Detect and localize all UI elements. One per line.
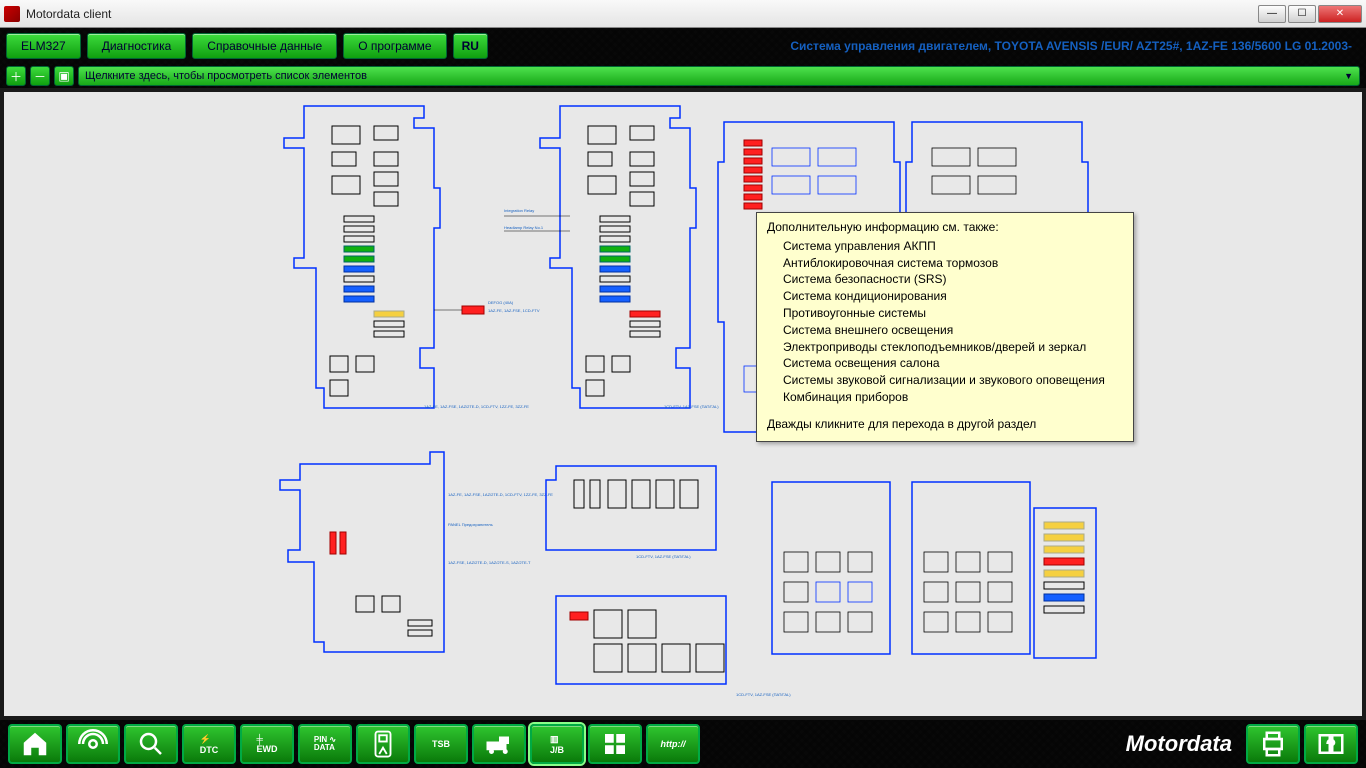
- window-title: Motordata client: [26, 7, 1258, 21]
- about-button[interactable]: О программе: [343, 33, 446, 59]
- window-controls: — ☐ ✕: [1258, 5, 1362, 23]
- pindata-button[interactable]: PIN ∿DATA: [298, 724, 352, 764]
- help-button[interactable]: ?: [1304, 724, 1358, 764]
- svg-text:PANEL Предохранитель: PANEL Предохранитель: [448, 522, 493, 527]
- zoom-out-icon[interactable]: －: [30, 66, 50, 86]
- language-button[interactable]: RU: [453, 33, 488, 59]
- print-button[interactable]: [1246, 724, 1300, 764]
- dropdown-hint: Щелкните здесь, чтобы просмотреть список…: [85, 70, 367, 82]
- app-icon: [4, 6, 20, 22]
- tooltip-item[interactable]: Система безопасности (SRS): [783, 271, 1123, 288]
- reference-button[interactable]: Справочные данные: [192, 33, 337, 59]
- tooltip-item[interactable]: Электроприводы стеклоподъемников/дверей …: [783, 339, 1123, 356]
- svg-text:?: ?: [1327, 738, 1335, 752]
- tsb-button[interactable]: TSB: [414, 724, 468, 764]
- window-titlebar: Motordata client — ☐ ✕: [0, 0, 1366, 28]
- svg-text:1AZ-FE, 1AZ-FSE, 1AZ/2ТЕ-D, 1C: 1AZ-FE, 1AZ-FSE, 1AZ/2ТЕ-D, 1CD-FTV, 1ZZ…: [448, 492, 553, 497]
- context-text: Система управления двигателем, TOYOTA AV…: [790, 39, 1360, 53]
- svg-text:DEFOG (40A): DEFOG (40A): [488, 300, 514, 305]
- tooltip-item[interactable]: Системы звуковой сигнализации и звуковог…: [783, 372, 1123, 389]
- tooltip-item[interactable]: Система кондиционирования: [783, 288, 1123, 305]
- sub-toolbar: ＋ － ▣ Щелкните здесь, чтобы просмотреть …: [0, 64, 1366, 88]
- tooltip-header: Дополнительную информацию см. также:: [767, 219, 1123, 236]
- info-tooltip[interactable]: Дополнительную информацию см. также: Сис…: [756, 212, 1134, 442]
- minimize-button[interactable]: —: [1258, 5, 1286, 23]
- jb-button[interactable]: ▥J/B: [530, 724, 584, 764]
- maximize-button[interactable]: ☐: [1288, 5, 1316, 23]
- fit-icon[interactable]: ▣: [54, 66, 74, 86]
- svg-text:1AZ-FE, 1AZ-FSE, 1CD-FTV: 1AZ-FE, 1AZ-FSE, 1CD-FTV: [488, 308, 540, 313]
- meter-button[interactable]: [356, 724, 410, 764]
- tooltip-item[interactable]: Противоугонные системы: [783, 305, 1123, 322]
- diagram-canvas[interactable]: 1AZ-FE, 1AZ-FSE, 1AZ/2ТЕ-D, 1CD-FTV, 1ZZ…: [0, 88, 1366, 720]
- http-button[interactable]: http://: [646, 724, 700, 764]
- svg-text:1CD-FTV, 1AZ-FSE (ПАТ/ГАL): 1CD-FTV, 1AZ-FSE (ПАТ/ГАL): [636, 554, 691, 559]
- chevron-down-icon: ▼: [1344, 71, 1353, 81]
- tooltip-item[interactable]: Система освещения салона: [783, 355, 1123, 372]
- tooltip-footer: Дважды кликните для перехода в другой ра…: [767, 416, 1123, 433]
- vehicle-button[interactable]: [472, 724, 526, 764]
- diagnostics-button[interactable]: Диагностика: [87, 33, 187, 59]
- grid-button[interactable]: [588, 724, 642, 764]
- close-button[interactable]: ✕: [1318, 5, 1362, 23]
- tooltip-item[interactable]: Система внешнего освещения: [783, 322, 1123, 339]
- tooltip-list: Система управления АКПП Антиблокировочна…: [767, 238, 1123, 406]
- svg-text:Headlamp Relay No.1: Headlamp Relay No.1: [504, 225, 544, 230]
- tooltip-item[interactable]: Система управления АКПП: [783, 238, 1123, 255]
- tooltip-item[interactable]: Антиблокировочная система тормозов: [783, 255, 1123, 272]
- svg-text:1AZ-FE, 1AZ-FSE, 1AZ/2ТЕ-D, 1C: 1AZ-FE, 1AZ-FSE, 1AZ/2ТЕ-D, 1CD-FTV, 1ZZ…: [424, 404, 529, 409]
- bottom-toolbar: ⚡DTC ╪EWD PIN ∿DATA TSB ▥J/B http:// Mot…: [0, 720, 1366, 768]
- home-button[interactable]: [8, 724, 62, 764]
- signal-button[interactable]: [66, 724, 120, 764]
- svg-text:1AZ-FSE, 1AZ/2ТЕ-D, 1AZ/2ТЕ-S,: 1AZ-FSE, 1AZ/2ТЕ-D, 1AZ/2ТЕ-S, 1AZ/2ТЕ-T: [448, 560, 531, 565]
- elm-button[interactable]: ELM327: [6, 33, 81, 59]
- search-button[interactable]: [124, 724, 178, 764]
- svg-text:1CD-FTV, 1AZ-FSE (ПАТ/ГАL): 1CD-FTV, 1AZ-FSE (ПАТ/ГАL): [736, 692, 791, 697]
- zoom-in-icon[interactable]: ＋: [6, 66, 26, 86]
- svg-text:1CD-FTV, 1AZ-FSE (ПАТ/ГАL): 1CD-FTV, 1AZ-FSE (ПАТ/ГАL): [664, 404, 719, 409]
- svg-text:Integration Relay: Integration Relay: [504, 208, 534, 213]
- brand-label: Motordata: [1126, 731, 1242, 757]
- top-nav: ELM327 Диагностика Справочные данные О п…: [0, 28, 1366, 64]
- tooltip-item[interactable]: Комбинация приборов: [783, 389, 1123, 406]
- element-list-dropdown[interactable]: Щелкните здесь, чтобы просмотреть список…: [78, 66, 1360, 86]
- dtc-button[interactable]: ⚡DTC: [182, 724, 236, 764]
- ewd-button[interactable]: ╪EWD: [240, 724, 294, 764]
